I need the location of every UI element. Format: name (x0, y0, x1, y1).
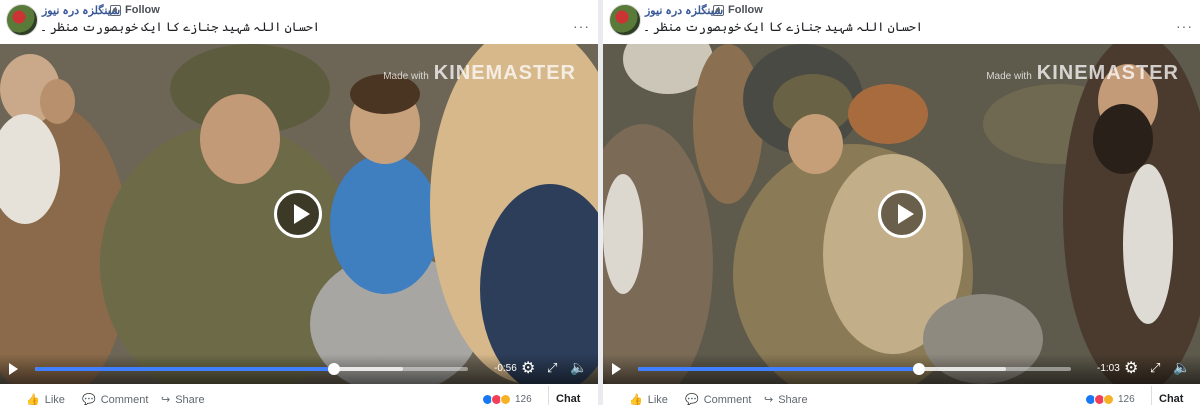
watermark-made-with: Made with (986, 71, 1032, 82)
page-name-link[interactable]: شینگلزہ درہ نیوز (42, 4, 120, 17)
follow-label: Follow (728, 4, 763, 16)
video-player[interactable]: Made with KINEMASTER -0:56 ⚙ ⤢ 🔈 (0, 44, 598, 384)
follow-icon (713, 4, 724, 16)
post-caption: احسان اللہ شہید جنازے کا ایک خوبصورت منظ… (643, 20, 923, 34)
time-remaining: -0:56 (494, 363, 517, 374)
progress-fill (35, 367, 334, 371)
expand-icon[interactable]: ⤢ (547, 361, 557, 374)
comment-icon: 💬 (685, 394, 699, 405)
progress-handle[interactable] (913, 363, 926, 375)
more-options-button[interactable]: ··· (573, 18, 590, 34)
gear-icon[interactable]: ⚙ (1124, 361, 1138, 377)
video-controls: -0:56 ⚙ ⤢ 🔈 (0, 354, 598, 384)
post-header: شینگلزہ درہ نیوز · Follow ··· احسان اللہ… (603, 0, 1200, 44)
post-action-bar: 👍 Like 💬 Comment ↪ Share 126 Chat (Off (603, 386, 1200, 405)
share-icon: ↪ (764, 394, 774, 405)
comment-button[interactable]: 💬 Comment (685, 393, 751, 405)
video-post: شینگلزہ درہ نیوز · Follow ··· احسان اللہ… (0, 0, 598, 405)
watermark-made-with: Made with (383, 71, 429, 82)
share-button[interactable]: ↪ Share (764, 393, 808, 405)
like-button[interactable]: 👍 Like (26, 393, 65, 405)
watermark: Made with KINEMASTER (986, 62, 1179, 85)
reactions-summary[interactable]: 126 (482, 394, 532, 405)
watermark-brand: KINEMASTER (1036, 62, 1179, 84)
time-remaining: -1:03 (1097, 363, 1120, 374)
page-name-link[interactable]: شینگلزہ درہ نیوز (645, 4, 723, 17)
video-post: شینگلزہ درہ نیوز · Follow ··· احسان اللہ… (603, 0, 1200, 405)
reactions-summary[interactable]: 126 (1085, 394, 1135, 405)
chat-status[interactable]: Chat (Off (556, 393, 598, 405)
progress-handle[interactable] (327, 363, 340, 375)
follow-button[interactable]: Follow (110, 3, 160, 17)
volume-icon[interactable]: 🔈 (570, 360, 587, 374)
haha-reaction-icon (500, 394, 511, 405)
watermark-brand: KINEMASTER (433, 62, 576, 84)
play-icon[interactable] (9, 363, 18, 375)
haha-reaction-icon (1103, 394, 1114, 405)
reaction-count: 126 (515, 394, 532, 405)
comment-label: Comment (703, 393, 752, 405)
comment-label: Comment (100, 393, 149, 405)
progress-fill (638, 367, 920, 371)
post-action-bar: 👍 Like 💬 Comment ↪ Share 126 Chat (Off (0, 386, 598, 405)
follow-button[interactable]: Follow (713, 3, 763, 17)
comment-icon: 💬 (82, 394, 96, 405)
more-options-button[interactable]: ··· (1176, 18, 1193, 34)
gear-icon[interactable]: ⚙ (521, 361, 535, 377)
play-icon[interactable] (612, 363, 621, 375)
share-label: Share (175, 393, 205, 405)
play-icon[interactable] (878, 190, 926, 238)
comment-button[interactable]: 💬 Comment (82, 393, 148, 405)
video-player[interactable]: Made with KINEMASTER -1:03 ⚙ ⤢ 🔈 (603, 44, 1200, 384)
divider (1151, 386, 1152, 405)
expand-icon[interactable]: ⤢ (1150, 361, 1160, 374)
thumbs-up-icon: 👍 (629, 394, 643, 405)
follow-label: Follow (125, 4, 160, 16)
separator-dot: · (101, 2, 105, 16)
post-header: شینگلزہ درہ نیوز · Follow ··· احسان اللہ… (0, 0, 598, 44)
watermark: Made with KINEMASTER (383, 62, 576, 85)
video-controls: -1:03 ⚙ ⤢ 🔈 (603, 354, 1200, 384)
divider (548, 386, 549, 405)
share-label: Share (778, 393, 808, 405)
progress-bar[interactable] (638, 363, 1071, 375)
separator-dot: · (704, 2, 708, 16)
progress-bar[interactable] (35, 363, 468, 375)
avatar[interactable] (609, 4, 641, 36)
reaction-count: 126 (1118, 394, 1135, 405)
avatar[interactable] (6, 4, 38, 36)
chat-status[interactable]: Chat (Off (1159, 393, 1200, 405)
like-label: Like (647, 393, 668, 405)
like-label: Like (44, 393, 65, 405)
follow-icon (110, 4, 121, 16)
volume-icon[interactable]: 🔈 (1173, 360, 1190, 374)
post-caption: احسان اللہ شہید جنازے کا ایک خوبصورت منظ… (40, 20, 320, 34)
share-button[interactable]: ↪ Share (161, 393, 205, 405)
like-button[interactable]: 👍 Like (629, 393, 668, 405)
thumbs-up-icon: 👍 (26, 394, 40, 405)
share-icon: ↪ (161, 394, 171, 405)
play-icon[interactable] (274, 190, 322, 238)
